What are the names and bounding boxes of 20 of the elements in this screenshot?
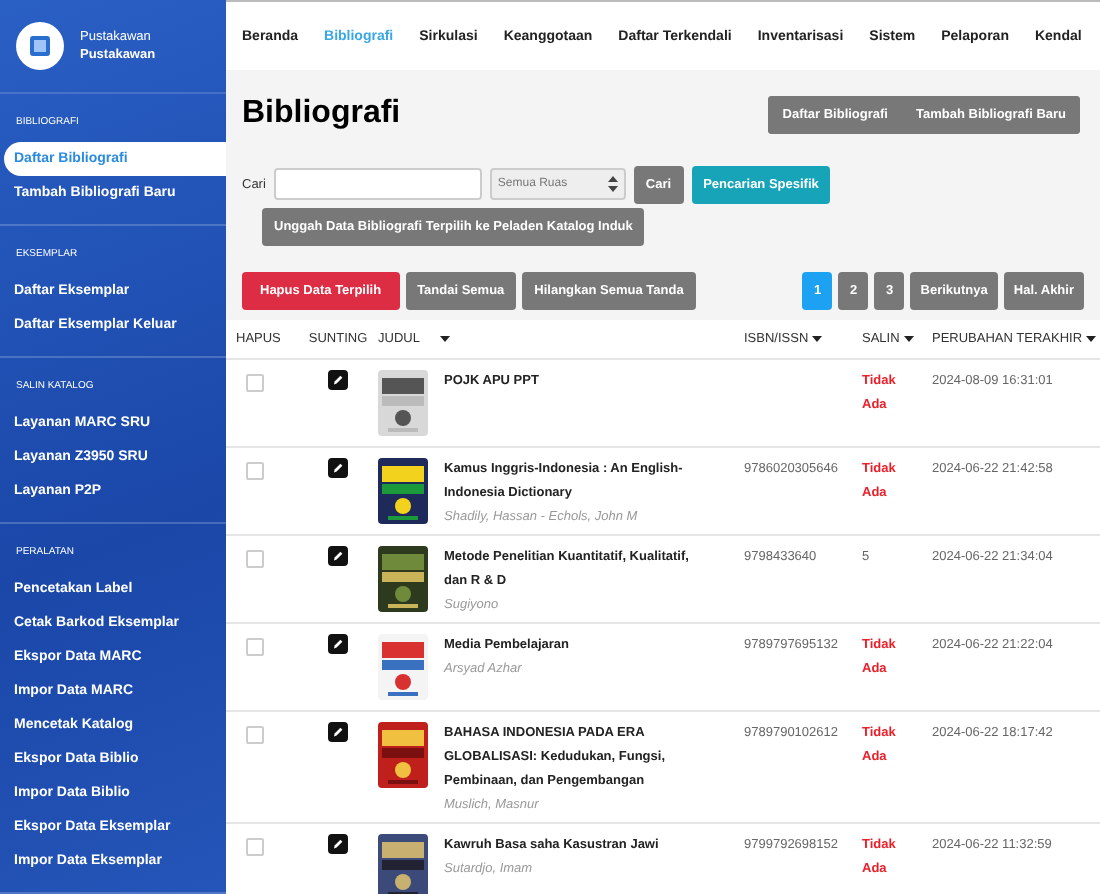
row-checkbox[interactable]	[246, 462, 264, 480]
search-field[interactable]	[273, 168, 482, 200]
row-checkbox[interactable]	[246, 638, 264, 656]
edit-icon[interactable]	[328, 458, 348, 478]
page-title: Bibliografi	[242, 96, 401, 132]
edit-icon[interactable]	[328, 722, 348, 742]
edit-icon[interactable]	[328, 546, 348, 566]
sort-caret-icon[interactable]	[812, 335, 823, 343]
edit-icon[interactable]	[328, 634, 348, 654]
row-checkbox[interactable]	[246, 838, 264, 856]
select-arrows-icon[interactable]	[607, 176, 618, 192]
sort-caret-icon[interactable]	[439, 335, 450, 343]
edit-icon[interactable]	[328, 370, 348, 390]
row-checkbox[interactable]	[246, 550, 264, 568]
sort-caret-icon[interactable]	[1086, 335, 1097, 343]
row-checkbox[interactable]	[246, 374, 264, 392]
edit-icon[interactable]	[328, 834, 348, 854]
row-checkbox[interactable]	[246, 726, 264, 744]
sort-caret-icon[interactable]	[903, 335, 914, 343]
avatar-icon	[16, 22, 64, 70]
